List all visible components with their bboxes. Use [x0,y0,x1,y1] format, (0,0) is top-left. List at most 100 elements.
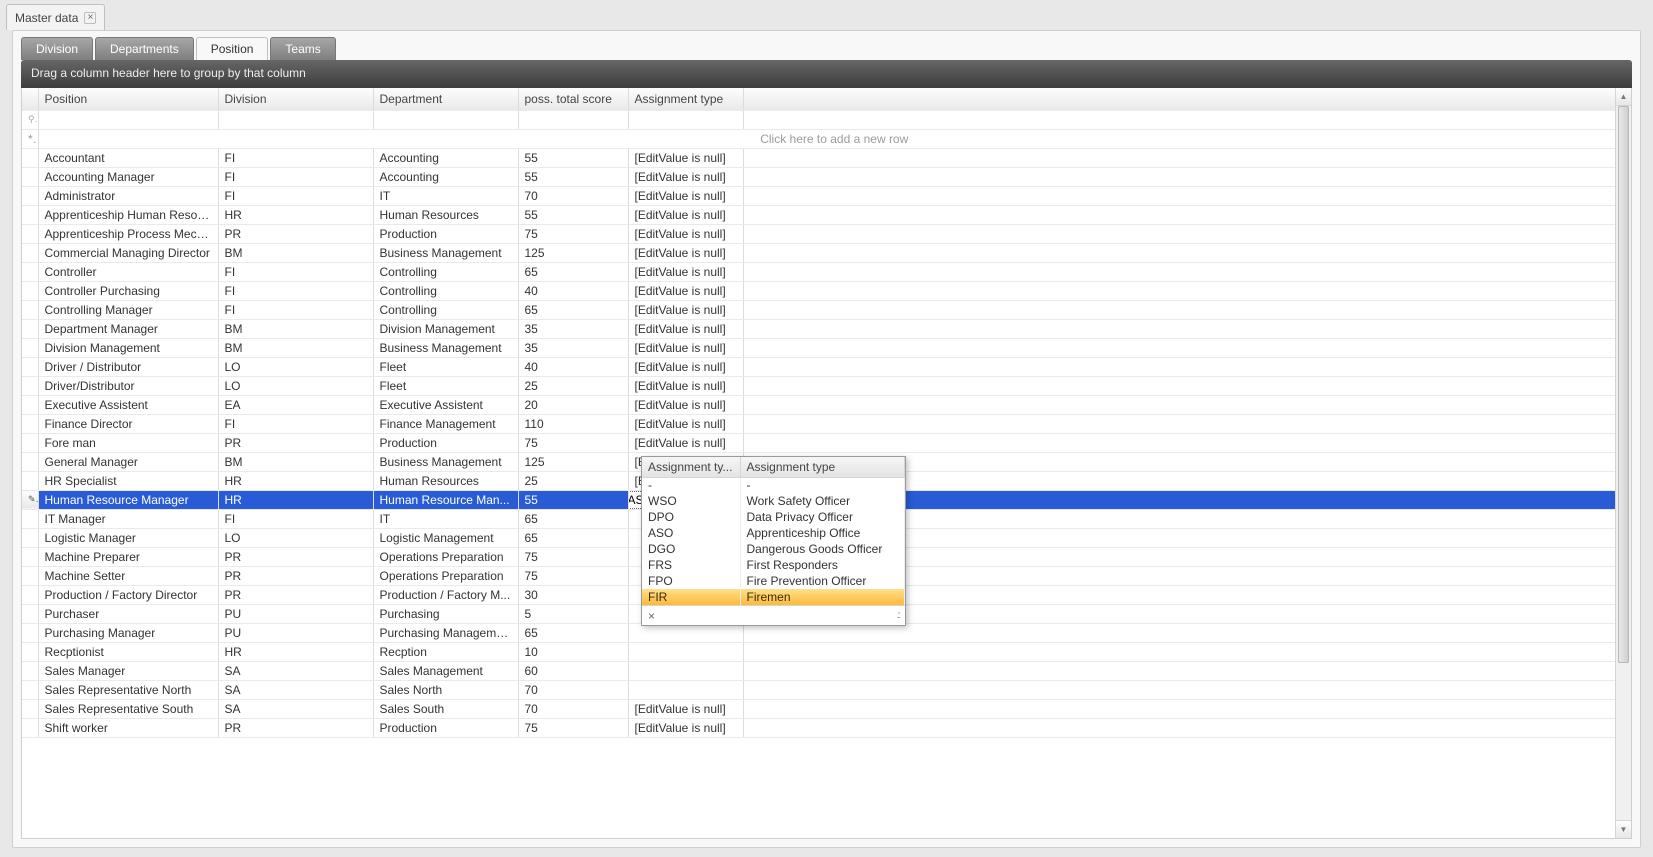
cell-department[interactable]: Human Resources [373,205,518,224]
cell-assignment[interactable]: [EditValue is null] [628,167,743,186]
filter-cell[interactable] [373,110,518,129]
cell-department[interactable]: Human Resource Man... [373,490,518,509]
cell-score[interactable]: 60 [518,661,628,680]
cell-department[interactable]: Human Resources [373,471,518,490]
table-row[interactable]: Division ManagementBMBusiness Management… [22,338,1631,357]
cell-department[interactable]: Operations Preparation [373,566,518,585]
cell-score[interactable]: 55 [518,167,628,186]
cell-score[interactable]: 40 [518,281,628,300]
dropdown-option[interactable]: FPOFire Prevention Officer [642,573,905,589]
tab-teams[interactable]: Teams [270,37,335,60]
cell-position[interactable]: Controller Purchasing [38,281,218,300]
auto-filter-row[interactable]: ⚲ [22,110,1631,129]
table-row[interactable]: Shift workerPRProduction75[EditValue is … [22,718,1631,737]
cell-score[interactable]: 70 [518,699,628,718]
cell-score[interactable]: 25 [518,471,628,490]
popup-close-icon[interactable]: × [648,609,655,623]
cell-assignment[interactable]: [EditValue is null] [628,300,743,319]
cell-division[interactable]: FI [218,300,373,319]
cell-assignment[interactable]: [EditValue is null] [628,395,743,414]
cell-division[interactable]: PU [218,604,373,623]
cell-position[interactable]: Finance Director [38,414,218,433]
table-row[interactable]: Commercial Managing DirectorBMBusiness M… [22,243,1631,262]
cell-assignment[interactable]: [EditValue is null] [628,338,743,357]
cell-position[interactable]: Purchaser [38,604,218,623]
cell-position[interactable]: Logistic Manager [38,528,218,547]
cell-score[interactable]: 5 [518,604,628,623]
scroll-up-icon[interactable]: ▲ [1616,88,1631,106]
cell-assignment[interactable]: [EditValue is null] [628,699,743,718]
group-by-panel[interactable]: Drag a column header here to group by th… [21,60,1632,88]
cell-department[interactable]: Purchasing Management [373,623,518,642]
column-header[interactable]: Division [218,88,373,110]
cell-department[interactable]: Production [373,224,518,243]
cell-assignment[interactable]: [EditValue is null] [628,205,743,224]
cell-department[interactable]: Sales South [373,699,518,718]
cell-score[interactable]: 55 [518,148,628,167]
cell-assignment[interactable]: [EditValue is null] [628,357,743,376]
cell-division[interactable]: FI [218,281,373,300]
cell-department[interactable]: Division Management [373,319,518,338]
table-row[interactable]: Driver / DistributorLOFleet40[EditValue … [22,357,1631,376]
cell-department[interactable]: Production [373,718,518,737]
filter-cell[interactable] [743,110,1631,129]
cell-division[interactable]: BM [218,452,373,471]
tab-division[interactable]: Division [21,37,93,60]
cell-department[interactable]: IT [373,186,518,205]
cell-division[interactable]: BM [218,338,373,357]
cell-division[interactable]: PR [218,433,373,452]
cell-assignment[interactable]: [EditValue is null] [628,148,743,167]
cell-assignment[interactable] [628,642,743,661]
cell-department[interactable]: Controlling [373,262,518,281]
cell-score[interactable]: 55 [518,490,628,509]
cell-position[interactable]: Division Management [38,338,218,357]
scroll-track[interactable] [1616,106,1631,820]
table-row[interactable]: RecptionistHRRecption10 [22,642,1631,661]
dropdown-option[interactable]: FRSFirst Responders [642,557,905,573]
cell-position[interactable]: Human Resource Manager [38,490,218,509]
cell-department[interactable]: Executive Assistent [373,395,518,414]
dropdown-option[interactable]: -- [642,477,905,493]
cell-score[interactable]: 20 [518,395,628,414]
cell-score[interactable]: 75 [518,433,628,452]
cell-assignment[interactable]: [EditValue is null] [628,718,743,737]
new-item-row[interactable]: *Click here to add a new row [22,129,1631,148]
dropdown-option[interactable]: DPOData Privacy Officer [642,509,905,525]
cell-division[interactable]: SA [218,699,373,718]
cell-division[interactable]: PR [218,224,373,243]
cell-score[interactable]: 65 [518,509,628,528]
cell-division[interactable]: SA [218,661,373,680]
cell-position[interactable]: HR Specialist [38,471,218,490]
column-header[interactable]: poss. total score [518,88,628,110]
cell-department[interactable]: Business Management [373,338,518,357]
cell-position[interactable]: Controlling Manager [38,300,218,319]
cell-division[interactable]: FI [218,262,373,281]
cell-score[interactable]: 35 [518,338,628,357]
cell-position[interactable]: Apprenticeship Human Resourc... [38,205,218,224]
cell-position[interactable]: Driver/Distributor [38,376,218,395]
close-icon[interactable]: × [84,12,96,24]
cell-assignment[interactable]: [EditValue is null] [628,376,743,395]
cell-score[interactable]: 65 [518,300,628,319]
cell-division[interactable]: FI [218,509,373,528]
cell-position[interactable]: Department Manager [38,319,218,338]
cell-score[interactable]: 110 [518,414,628,433]
cell-assignment[interactable]: [EditValue is null] [628,281,743,300]
cell-assignment[interactable]: [EditValue is null] [628,319,743,338]
cell-assignment[interactable] [628,680,743,699]
cell-score[interactable]: 75 [518,566,628,585]
cell-position[interactable]: Sales Representative South [38,699,218,718]
table-row[interactable]: Finance DirectorFIFinance Management110[… [22,414,1631,433]
cell-score[interactable]: 55 [518,205,628,224]
cell-department[interactable]: Accounting [373,148,518,167]
filter-cell[interactable] [218,110,373,129]
table-row[interactable]: Controller PurchasingFIControlling40[Edi… [22,281,1631,300]
cell-division[interactable]: HR [218,205,373,224]
table-row[interactable]: AdministratorFIIT70[EditValue is null] [22,186,1631,205]
cell-assignment[interactable]: [EditValue is null] [628,243,743,262]
scroll-thumb[interactable] [1618,106,1629,663]
cell-score[interactable]: 30 [518,585,628,604]
cell-division[interactable]: HR [218,642,373,661]
dropdown-option[interactable]: FIRFiremen [642,589,905,605]
table-row[interactable]: Sales Representative NorthSASales North7… [22,680,1631,699]
